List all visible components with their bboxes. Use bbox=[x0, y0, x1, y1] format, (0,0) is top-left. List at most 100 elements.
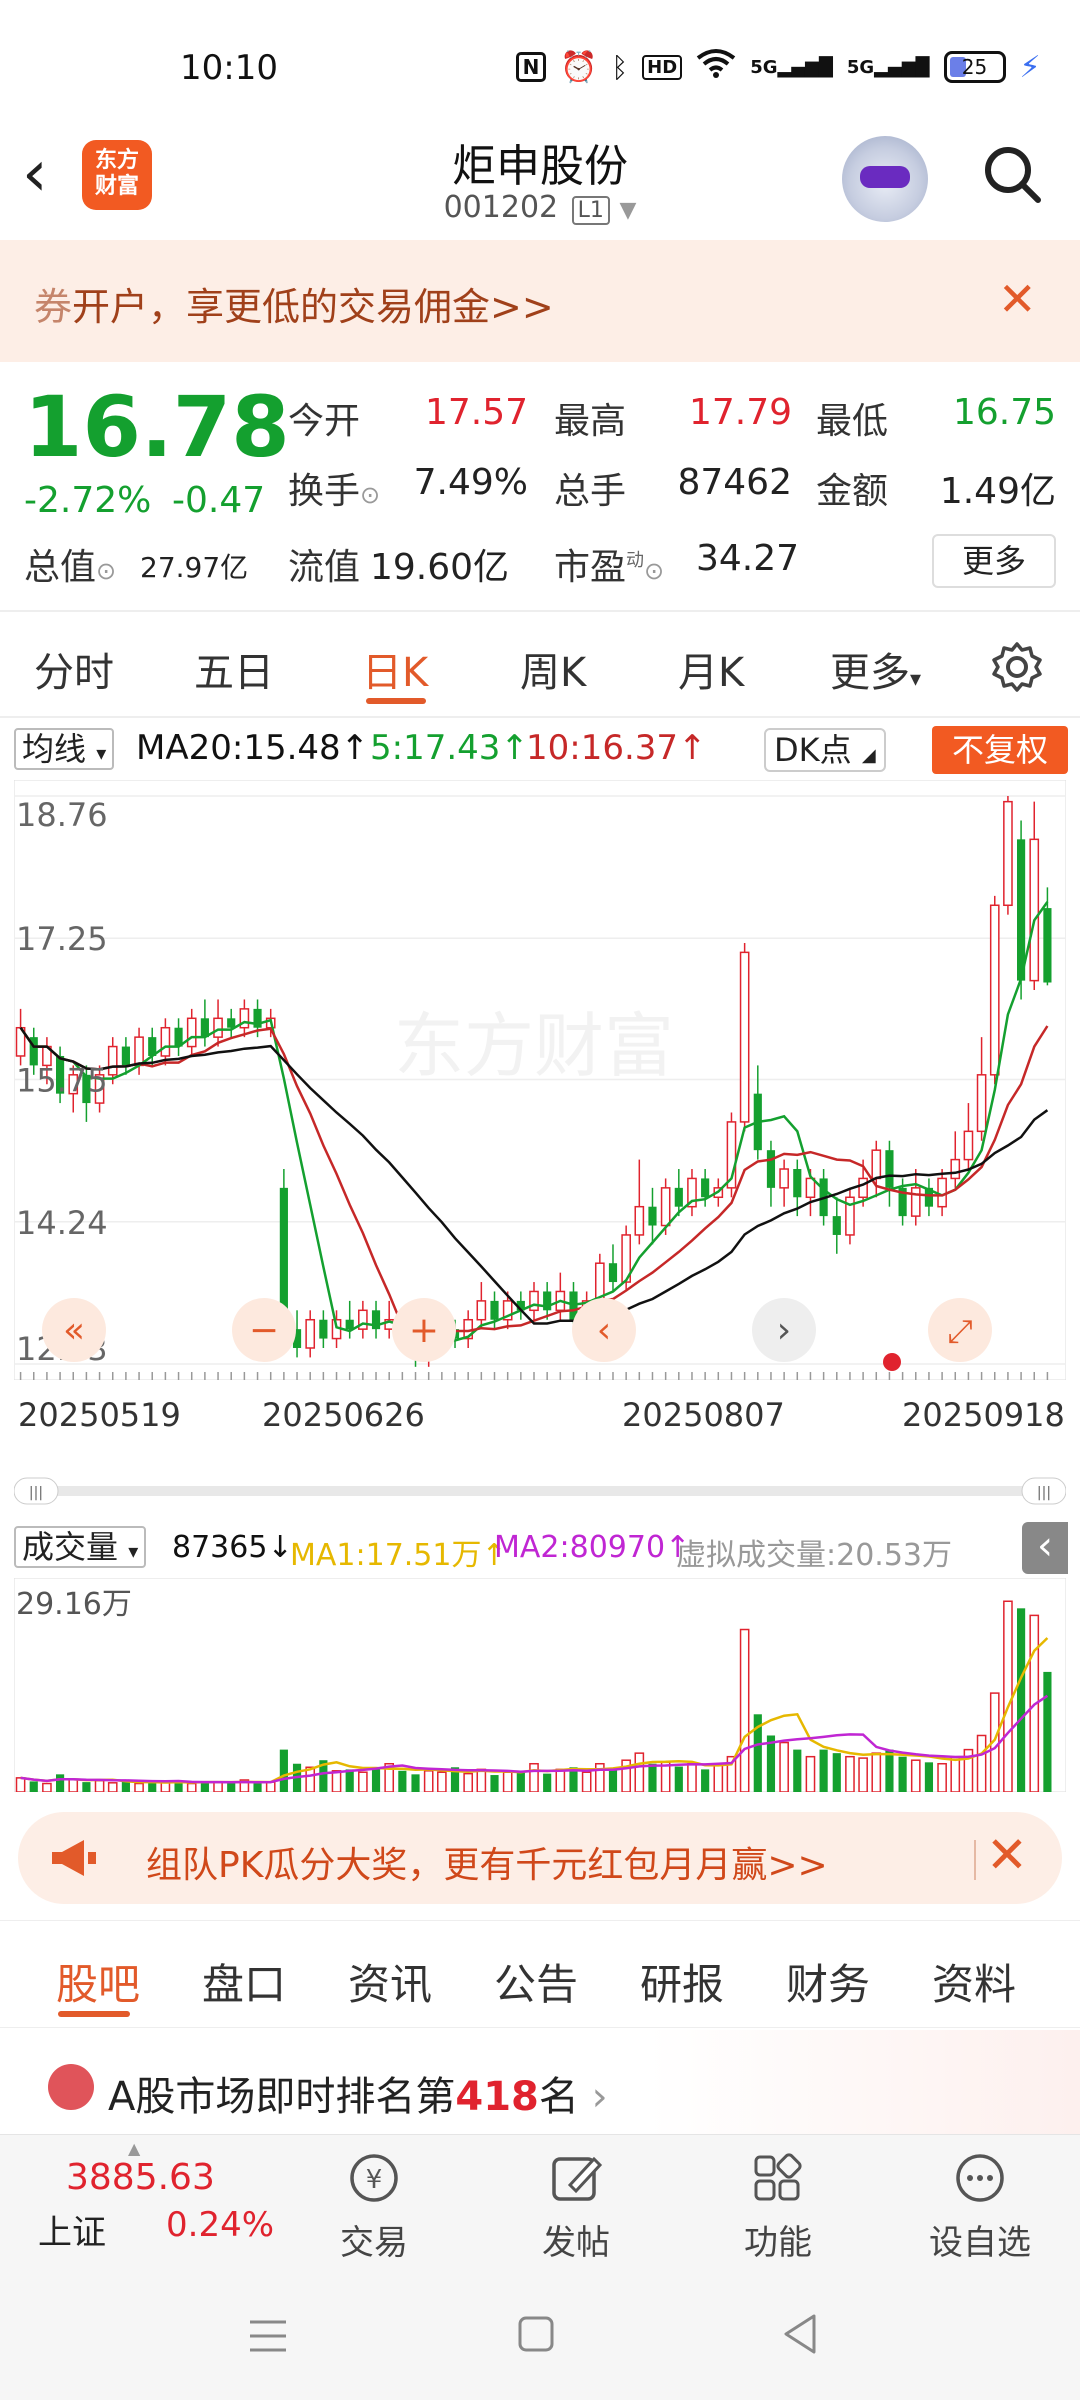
search-icon[interactable] bbox=[980, 142, 1044, 206]
open-label: 今开 bbox=[288, 401, 361, 442]
volume-bar bbox=[713, 1764, 724, 1792]
volume-bar bbox=[701, 1769, 710, 1792]
volume-chart[interactable]: 29.16万 bbox=[14, 1578, 1066, 1792]
tab-monthly-k[interactable]: 月K bbox=[678, 640, 744, 698]
more-icon bbox=[956, 2154, 1004, 2202]
volume-bar bbox=[107, 1782, 118, 1792]
y-axis-label: 18.76 bbox=[16, 796, 108, 834]
menu-icon[interactable] bbox=[246, 2316, 290, 2356]
volume-bar bbox=[398, 1770, 407, 1792]
pe-label: 市盈动⊙ bbox=[554, 547, 665, 588]
candle bbox=[186, 1017, 197, 1048]
nfc-icon: N bbox=[516, 52, 546, 82]
trade-button[interactable]: ¥ 交易 bbox=[304, 2151, 444, 2264]
candle bbox=[227, 1018, 236, 1028]
market-rank-row[interactable]: A股市场即时排名第418名 › bbox=[0, 2030, 1080, 2134]
tab-more[interactable]: 更多▾ bbox=[830, 640, 921, 698]
volume-bar bbox=[845, 1755, 855, 1792]
volume-bar bbox=[805, 1755, 816, 1792]
rank-number: 418 bbox=[455, 2074, 539, 2120]
functions-button[interactable]: 功能 bbox=[708, 2151, 848, 2264]
change-percent: -2.72% bbox=[24, 480, 152, 521]
tab-news[interactable]: 资讯 bbox=[348, 1951, 432, 2012]
volume-bar bbox=[660, 1761, 671, 1792]
volume-bar bbox=[279, 1749, 288, 1792]
tab-daily-k[interactable]: 日K bbox=[362, 640, 428, 698]
candle bbox=[832, 1216, 841, 1235]
volume-bar bbox=[739, 1628, 750, 1792]
volume-bar bbox=[437, 1771, 447, 1792]
turnover-label: 换手⊙ bbox=[288, 471, 381, 512]
volume-bar bbox=[121, 1781, 130, 1792]
quote-panel: 16.78 -2.72% -0.47 今开 17.57 最高 17.79 最低 … bbox=[0, 362, 1080, 612]
add-watchlist-button[interactable]: 设自选 bbox=[910, 2151, 1050, 2264]
collapse-left-icon[interactable]: ‹ bbox=[1022, 1522, 1068, 1574]
level-badge: L1 bbox=[571, 196, 610, 225]
volume-bar bbox=[502, 1771, 513, 1792]
stock-code: 001202 bbox=[443, 190, 559, 225]
tab-intraday[interactable]: 分时 bbox=[34, 640, 114, 698]
volume-selector[interactable]: 成交量 ▾ bbox=[14, 1526, 147, 1568]
change-amount: -0.47 bbox=[172, 480, 266, 521]
assistant-robot-icon[interactable] bbox=[842, 136, 928, 222]
volume-label: 总手 bbox=[554, 471, 627, 512]
ma10-label: 10:16.37↑ bbox=[526, 728, 707, 768]
svg-text:|||: ||| bbox=[29, 1485, 43, 1501]
pe-value: 34.27 bbox=[696, 538, 800, 579]
candle bbox=[529, 1290, 539, 1312]
system-navigation bbox=[0, 2270, 1080, 2400]
plus-icon: + bbox=[409, 1310, 439, 1351]
volume-bar bbox=[608, 1769, 618, 1792]
signal-5g-icon-2: 5G▂▄▆█ bbox=[846, 56, 930, 78]
range-slider[interactable]: ||| ||| bbox=[14, 1476, 1066, 1506]
megaphone-icon bbox=[52, 1840, 96, 1876]
active-tab-indicator bbox=[58, 2011, 130, 2017]
post-button[interactable]: 发帖 bbox=[506, 2151, 646, 2264]
volume-bar bbox=[42, 1782, 52, 1792]
promo-banner[interactable]: 组队PK瓜分大奖，更有千元红包月月赢>> ✕ bbox=[18, 1812, 1062, 1904]
close-icon[interactable]: ✕ bbox=[986, 1826, 1028, 1884]
close-icon[interactable]: ✕ bbox=[998, 272, 1037, 326]
more-button[interactable]: 更多 bbox=[932, 534, 1056, 588]
indicator-selector[interactable]: 均线 ▾ bbox=[14, 728, 115, 770]
alarm-icon: ⏰ bbox=[560, 49, 598, 85]
tab-research[interactable]: 研报 bbox=[640, 1951, 724, 2012]
volume-bar bbox=[253, 1783, 262, 1792]
volume-bar bbox=[819, 1749, 828, 1792]
tab-profile[interactable]: 资料 bbox=[932, 1951, 1016, 2012]
y-axis-label: 17.25 bbox=[16, 920, 108, 958]
home-icon[interactable] bbox=[516, 2314, 556, 2354]
adjust-button[interactable]: 不复权 bbox=[932, 726, 1068, 774]
volume-bar bbox=[371, 1767, 381, 1792]
candle bbox=[660, 1187, 671, 1227]
account-banner[interactable]: 券开户，享更低的交易佣金>> ✕ bbox=[0, 240, 1080, 362]
tab-announcements[interactable]: 公告 bbox=[494, 1951, 578, 2012]
rank-prefix: A股市场即时排名第 bbox=[108, 2074, 456, 2120]
back-nav-icon[interactable] bbox=[780, 2312, 820, 2356]
turnover-value: 7.49% bbox=[413, 462, 528, 503]
candle bbox=[937, 1177, 947, 1208]
tab-weekly-k[interactable]: 周K bbox=[520, 640, 586, 698]
vol-ma2: MA2:80970↑ bbox=[494, 1530, 691, 1565]
volume-bar bbox=[950, 1755, 961, 1792]
edit-icon bbox=[552, 2156, 603, 2201]
tab-financials[interactable]: 财务 bbox=[786, 1951, 870, 2012]
x-axis-dates: 20250519 20250626 20250807 20250918 bbox=[0, 1396, 1080, 1446]
volume-bar bbox=[331, 1770, 342, 1792]
hd-icon: HD bbox=[642, 54, 683, 80]
dk-point-button[interactable]: DK点 ◢ bbox=[764, 728, 886, 772]
tab-guba[interactable]: 股吧 bbox=[56, 1951, 140, 2012]
ma-legend: 均线 ▾ MA20:15.48↑ 5:17.43↑ 10:16.37↑ DK点 … bbox=[0, 720, 1080, 776]
kline-chart[interactable]: 东方财富 18.7617.2515.7514.2412.73 « − + ‹ ›… bbox=[14, 780, 1066, 1380]
volume-bar bbox=[490, 1775, 499, 1792]
candle bbox=[701, 1178, 710, 1198]
tab-orderbook[interactable]: 盘口 bbox=[202, 1951, 286, 2012]
index-name: 上证 bbox=[38, 2213, 106, 2253]
candle bbox=[793, 1169, 802, 1198]
status-icons: N ⏰ ᛒ HD 5G▂▄▆█ 5G▂▄▆█ 25 ⚡ bbox=[516, 48, 1041, 86]
gear-icon[interactable] bbox=[990, 640, 1044, 694]
float-label: 流值 bbox=[288, 547, 361, 588]
tab-five-day[interactable]: 五日 bbox=[194, 640, 274, 698]
clock: 10:10 bbox=[180, 48, 278, 88]
index-value[interactable]: 3885.63 bbox=[66, 2157, 215, 2198]
